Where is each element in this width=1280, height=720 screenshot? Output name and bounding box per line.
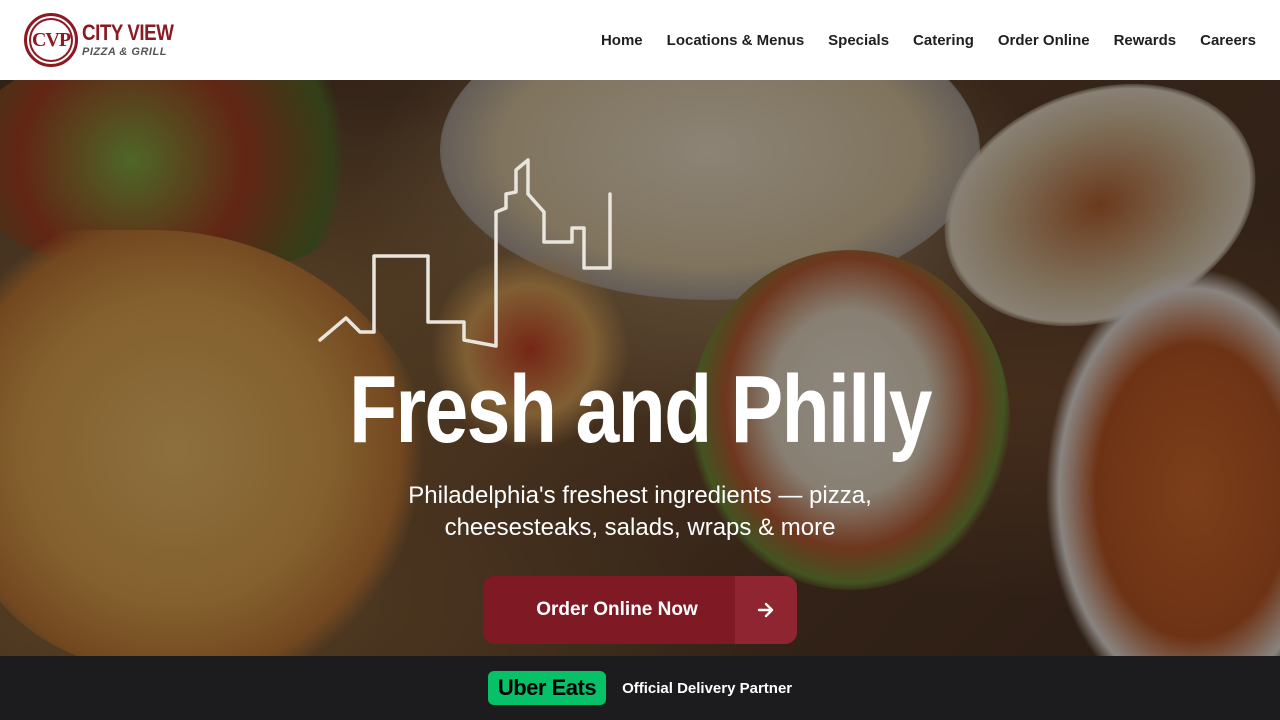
cta-label: Order Online Now <box>536 599 698 620</box>
arrow-right-icon <box>735 576 797 644</box>
uber-eats-text: Uber Eats <box>497 675 597 700</box>
nav-specials[interactable]: Specials <box>816 32 901 49</box>
order-online-now-button[interactable]: Order Online Now <box>483 576 797 644</box>
nav-home[interactable]: Home <box>589 32 655 49</box>
logo-badge: CVP <box>24 13 78 67</box>
nav-order-online[interactable]: Order Online <box>986 32 1102 49</box>
logo-wordmark: CITY VIEW PIZZA & GRILL <box>82 22 190 58</box>
nav-locations-menus[interactable]: Locations & Menus <box>655 32 817 49</box>
nav-careers[interactable]: Careers <box>1188 32 1256 49</box>
hero-section: Fresh and Philly Philadelphia's freshest… <box>0 80 1280 656</box>
site-header: CVP CITY VIEW PIZZA & GRILL Home Locatio… <box>0 0 1280 80</box>
logo[interactable]: CVP CITY VIEW PIZZA & GRILL <box>24 13 190 67</box>
hero-subtitle: Philadelphia's freshest ingredients — pi… <box>408 482 872 541</box>
logo-subtitle: PIZZA & GRILL <box>82 46 167 58</box>
main-nav: Home Locations & Menus Specials Catering… <box>589 32 1256 49</box>
delivery-partner-bar: Uber Eats Official Delivery Partner <box>0 656 1280 720</box>
logo-title: CITY VIEW <box>82 20 174 45</box>
nav-catering[interactable]: Catering <box>901 32 986 49</box>
partner-text: Official Delivery Partner <box>622 679 793 697</box>
uber-eats-logo[interactable]: Uber Eats <box>487 671 607 705</box>
logo-badge-text: CVP <box>31 28 71 51</box>
hero-title: Fresh and Philly <box>349 356 932 463</box>
nav-rewards[interactable]: Rewards <box>1102 32 1189 49</box>
